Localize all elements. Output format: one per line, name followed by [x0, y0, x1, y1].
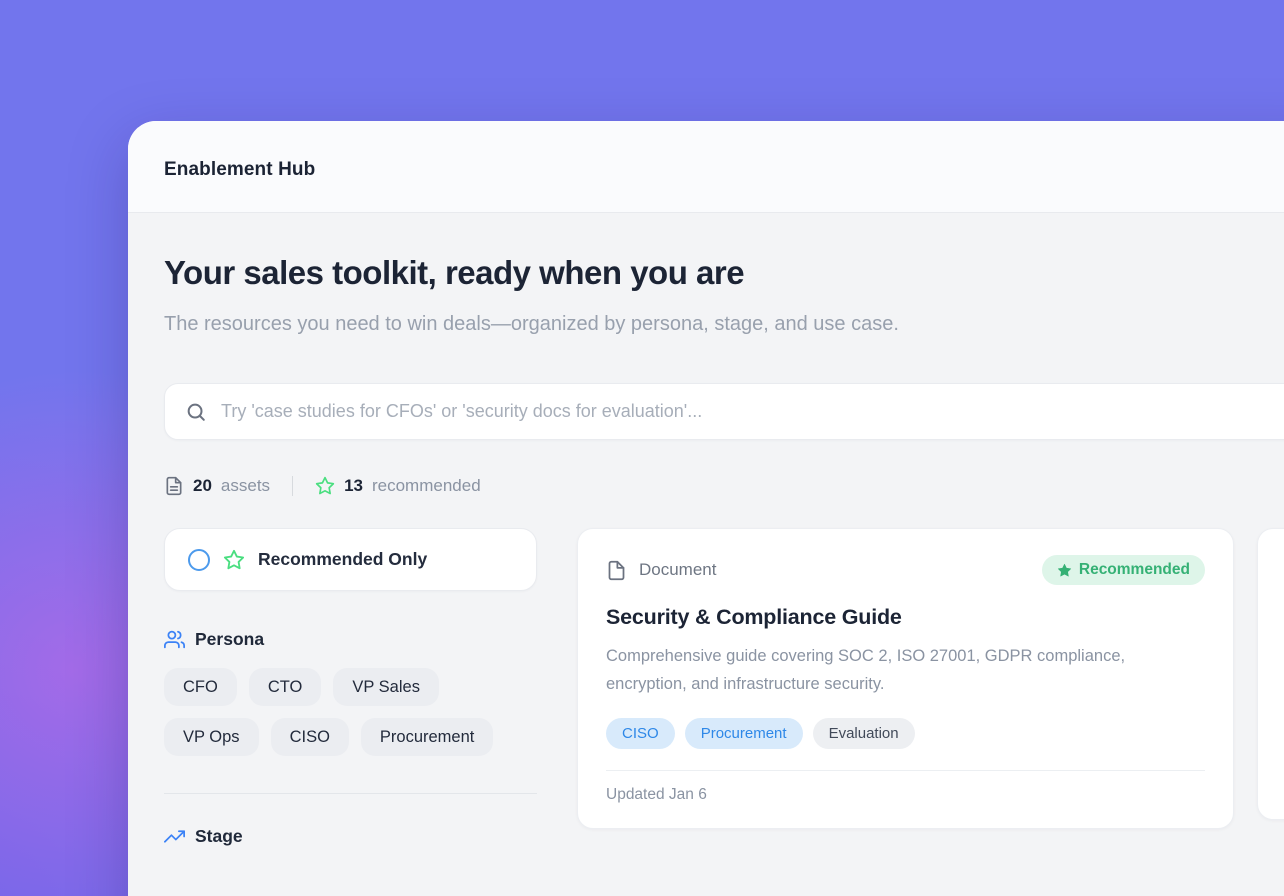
card-type: Document	[606, 560, 716, 581]
card-title: Security & Compliance Guide	[606, 605, 1205, 630]
persona-chip-cfo[interactable]: CFO	[164, 668, 237, 706]
recommended-count: 13	[344, 476, 363, 496]
enablement-hub-panel: Enablement Hub Your sales toolkit, ready…	[128, 121, 1284, 896]
trending-up-icon	[164, 826, 185, 847]
asset-cards-column: Document Recommended Security & Complian…	[577, 528, 1284, 829]
radio-circle-icon[interactable]	[188, 549, 210, 571]
persona-section-label: Persona	[195, 629, 264, 650]
panel-body: Your sales toolkit, ready when you are T…	[128, 213, 1284, 847]
asset-card-partial[interactable]	[1257, 528, 1284, 820]
star-icon	[223, 549, 245, 571]
persona-section-header: Persona	[164, 629, 537, 650]
stage-section-label: Stage	[195, 826, 243, 847]
stage-section-header: Stage	[164, 826, 537, 847]
recommended-badge-label: Recommended	[1079, 561, 1190, 579]
card-description: Comprehensive guide covering SOC 2, ISO …	[606, 642, 1205, 698]
card-tags: CISO Procurement Evaluation	[606, 718, 1205, 749]
tag-procurement: Procurement	[685, 718, 803, 749]
users-icon	[164, 629, 185, 650]
stats-row: 20 assets 13 recommended	[164, 476, 1284, 496]
file-icon	[606, 560, 627, 581]
card-footer: Updated Jan 6	[606, 770, 1205, 828]
page-subtitle: The resources you need to win deals—orga…	[164, 307, 984, 341]
page-title: Your sales toolkit, ready when you are	[164, 253, 1284, 293]
recommended-stat: 13 recommended	[315, 476, 481, 496]
persona-chip-procurement[interactable]: Procurement	[361, 718, 493, 756]
star-icon	[315, 476, 335, 496]
content-grid: Recommended Only Persona CFO	[164, 528, 1284, 847]
app-title: Enablement Hub	[164, 159, 1284, 181]
persona-chip-ciso[interactable]: CISO	[271, 718, 349, 756]
persona-chip-vp-sales[interactable]: VP Sales	[333, 668, 439, 706]
asset-card-security-compliance-guide[interactable]: Document Recommended Security & Complian…	[577, 528, 1234, 829]
stats-divider	[292, 476, 293, 496]
page-background: { "colors": { "background_purple": "#727…	[0, 0, 1284, 896]
card-top-row: Document Recommended	[606, 555, 1205, 585]
card-type-label: Document	[639, 560, 716, 580]
file-text-icon	[164, 476, 184, 496]
persona-chips: CFO CTO VP Sales VP Ops CISO Procurement	[164, 668, 537, 756]
assets-count: 20	[193, 476, 212, 496]
recommended-only-toggle[interactable]: Recommended Only	[164, 528, 537, 591]
filters-sidebar: Recommended Only Persona CFO	[164, 528, 537, 847]
recommended-label: recommended	[372, 476, 481, 496]
persona-chip-vp-ops[interactable]: VP Ops	[164, 718, 259, 756]
search-input[interactable]	[221, 401, 1284, 422]
panel-header: Enablement Hub	[128, 121, 1284, 213]
persona-chip-cto[interactable]: CTO	[249, 668, 322, 706]
star-filled-icon	[1057, 563, 1072, 578]
assets-label: assets	[221, 476, 270, 496]
recommended-badge: Recommended	[1042, 555, 1205, 585]
card-updated: Updated Jan 6	[606, 786, 707, 803]
search-bar[interactable]	[164, 383, 1284, 440]
assets-stat: 20 assets	[164, 476, 270, 496]
sidebar-divider	[164, 793, 537, 794]
tag-evaluation: Evaluation	[813, 718, 915, 749]
search-icon	[185, 401, 207, 423]
recommended-only-label: Recommended Only	[258, 549, 427, 570]
tag-ciso: CISO	[606, 718, 675, 749]
